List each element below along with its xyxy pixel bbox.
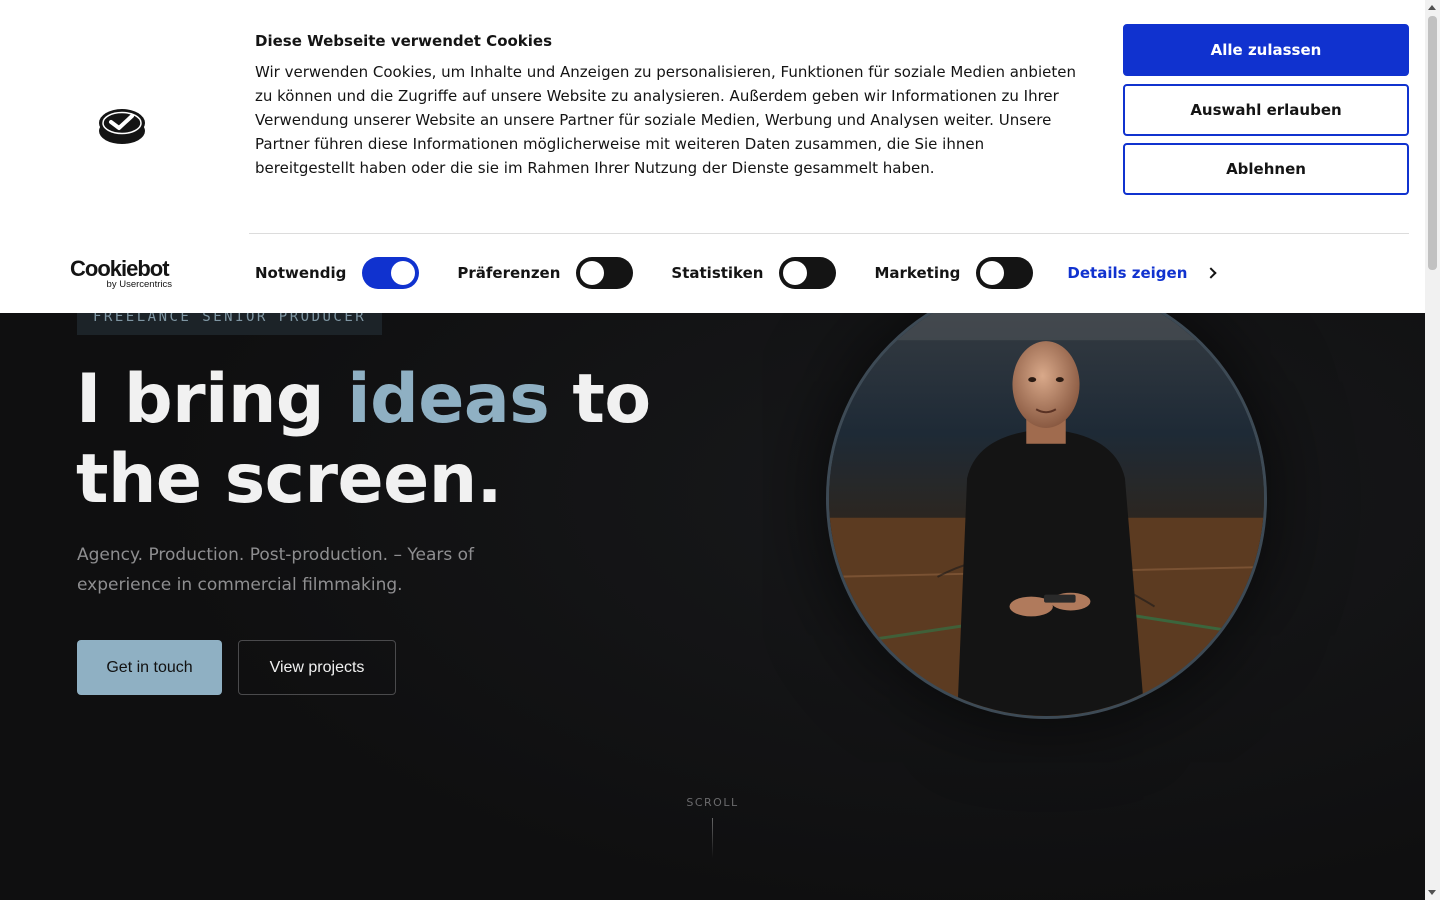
portrait-illustration bbox=[829, 281, 1264, 716]
toggle-label-necessary: Notwendig bbox=[255, 264, 347, 282]
consent-toggle-row: Notwendig Präferenzen Statistiken Market… bbox=[255, 257, 1218, 289]
scroll-up-arrow-icon[interactable] bbox=[1428, 5, 1436, 10]
hero-subline: Agency. Production. Post-production. – Y… bbox=[77, 545, 475, 595]
hero-headline: I bring ideas to the screen. bbox=[76, 360, 716, 520]
deny-button[interactable]: Ablehnen bbox=[1123, 143, 1409, 195]
cookie-banner-text: Wir verwenden Cookies, um Inhalte und An… bbox=[255, 63, 1076, 177]
toggle-label-statistics: Statistiken bbox=[671, 264, 764, 282]
scroll-down-arrow-icon[interactable] bbox=[1428, 890, 1436, 895]
view-projects-button[interactable]: View projects bbox=[238, 640, 396, 695]
toggle-statistics[interactable] bbox=[779, 257, 837, 289]
toggle-knob bbox=[980, 261, 1005, 285]
headline-part1: I bring bbox=[76, 360, 348, 439]
cookie-consent-banner: Diese Webseite verwendet Cookies Wir ver… bbox=[0, 0, 1425, 313]
headline-accent-word: ideas bbox=[347, 360, 550, 439]
toggle-marketing[interactable] bbox=[976, 257, 1034, 289]
allow-selection-button[interactable]: Auswahl erlauben bbox=[1123, 84, 1409, 136]
cookie-banner-divider bbox=[249, 233, 1409, 234]
page-scrollbar[interactable] bbox=[1425, 0, 1440, 900]
scroll-indicator-line bbox=[712, 818, 713, 858]
toggle-knob bbox=[580, 261, 605, 285]
toggle-knob bbox=[391, 261, 416, 285]
toggle-knob bbox=[783, 261, 808, 285]
cookie-banner-title: Diese Webseite verwendet Cookies bbox=[255, 32, 553, 50]
details-link[interactable]: Details zeigen bbox=[1067, 264, 1218, 282]
portrait-photo bbox=[826, 278, 1267, 719]
cookiebot-logo-brand: Cookiebot bbox=[70, 256, 170, 281]
scrollbar-thumb[interactable] bbox=[1428, 16, 1437, 270]
details-link-label: Details zeigen bbox=[1067, 264, 1188, 282]
get-in-touch-button[interactable]: Get in touch bbox=[77, 640, 222, 695]
toggle-necessary[interactable] bbox=[362, 257, 420, 289]
cookiebot-check-icon bbox=[99, 109, 145, 144]
toggle-preferences[interactable] bbox=[576, 257, 634, 289]
scroll-label: SCROLL bbox=[686, 796, 739, 809]
toggle-label-marketing: Marketing bbox=[874, 264, 961, 282]
chevron-right-icon bbox=[1205, 267, 1218, 279]
cookiebot-logo: Cookiebot by Usercentrics bbox=[70, 256, 180, 291]
allow-all-button[interactable]: Alle zulassen bbox=[1123, 24, 1409, 76]
toggle-label-preferences: Präferenzen bbox=[457, 264, 561, 282]
